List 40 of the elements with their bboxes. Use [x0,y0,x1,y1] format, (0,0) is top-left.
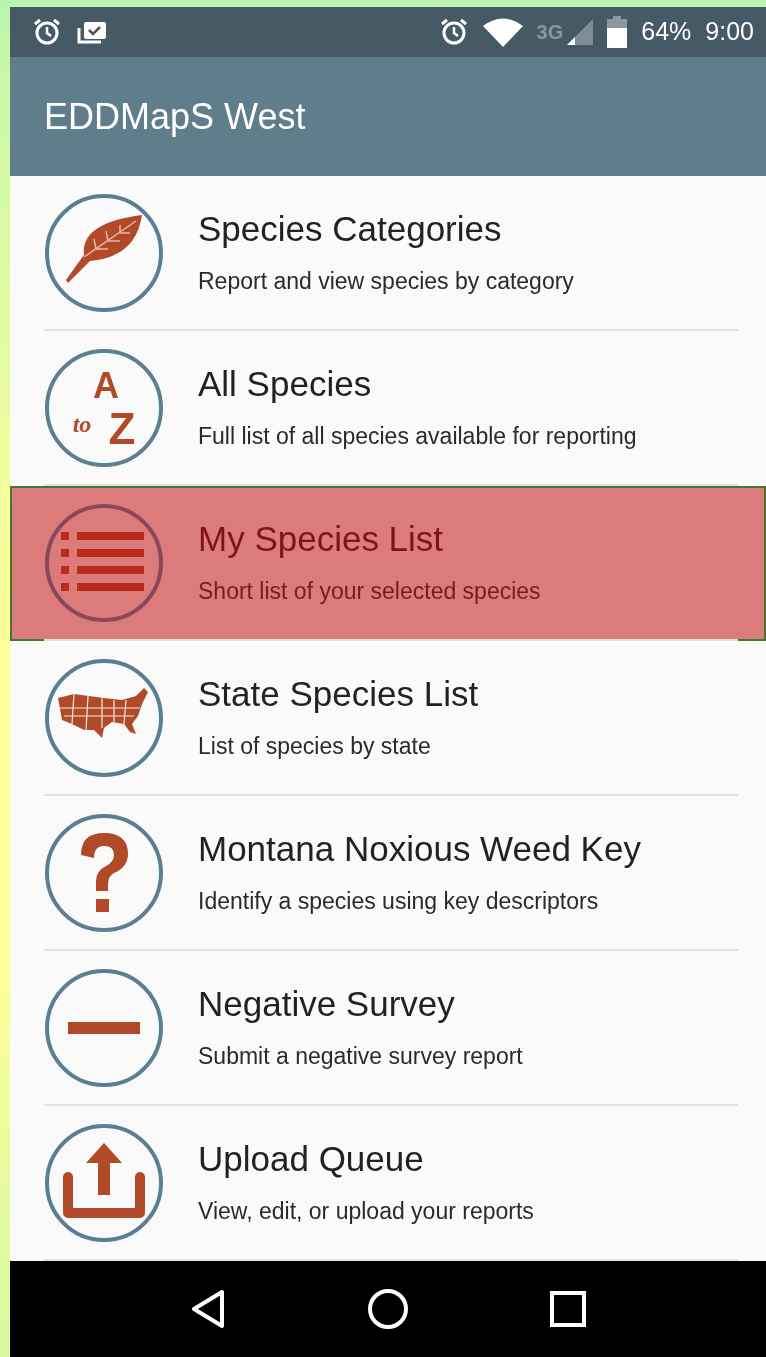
alarm-icon [438,16,469,47]
menu-item[interactable]: State Species List List of species by state [10,640,766,796]
network-type: 3G [536,19,564,45]
item-subtitle: Full list of all species available for reporting [198,421,637,451]
menu-item[interactable]: Species Categories Report and view species by category [10,175,766,331]
minus-icon [44,968,164,1089]
item-title: Upload Queue [198,1137,425,1180]
app-title: EDDMapS West [44,94,306,138]
item-title: All Species [198,362,373,405]
recents-icon[interactable] [549,1290,586,1327]
battery-level: 64% [641,16,692,48]
item-title: Species Categories [198,207,503,250]
menu-item[interactable]: My Species List Short list of your selected species [10,485,766,641]
item-title: My Species List [198,517,445,560]
menu-item[interactable]: A to Z All Species Full list of all species available for reporting [10,330,766,486]
item-subtitle: Submit a negative survey report [198,1041,523,1071]
leaf-icon [44,193,164,314]
menu-item[interactable]: Montana Noxious Weed Key Identify a species using key descriptors [10,795,766,951]
item-subtitle: Report and view species by category [198,266,574,296]
home-icon[interactable] [367,1287,409,1330]
list-icon [44,503,164,624]
battery-icon [607,15,628,48]
question-icon [44,813,164,934]
map-icon [44,658,164,779]
menu-item[interactable]: Upload Queue View, edit, or upload your reports [10,1105,766,1261]
a-to-z-icon: A to Z [44,348,164,469]
clock-time: 9:00 [705,16,754,48]
item-title: State Species List [198,672,479,715]
item-subtitle: View, edit, or upload your reports [198,1196,534,1226]
item-title: Montana Noxious Weed Key [198,827,641,870]
item-subtitle: Short list of your selected species [198,576,541,606]
alarm-icon [32,16,62,47]
item-subtitle: Identify a species using key descriptors [198,886,600,916]
signal-icon [567,18,594,45]
wifi-icon [482,16,523,47]
item-subtitle: List of species by state [198,731,432,761]
back-icon[interactable] [190,1288,227,1329]
menu-item[interactable]: Negative Survey Submit a negative survey report [10,950,766,1106]
item-title: Negative Survey [198,982,456,1025]
upload-icon [44,1123,164,1244]
